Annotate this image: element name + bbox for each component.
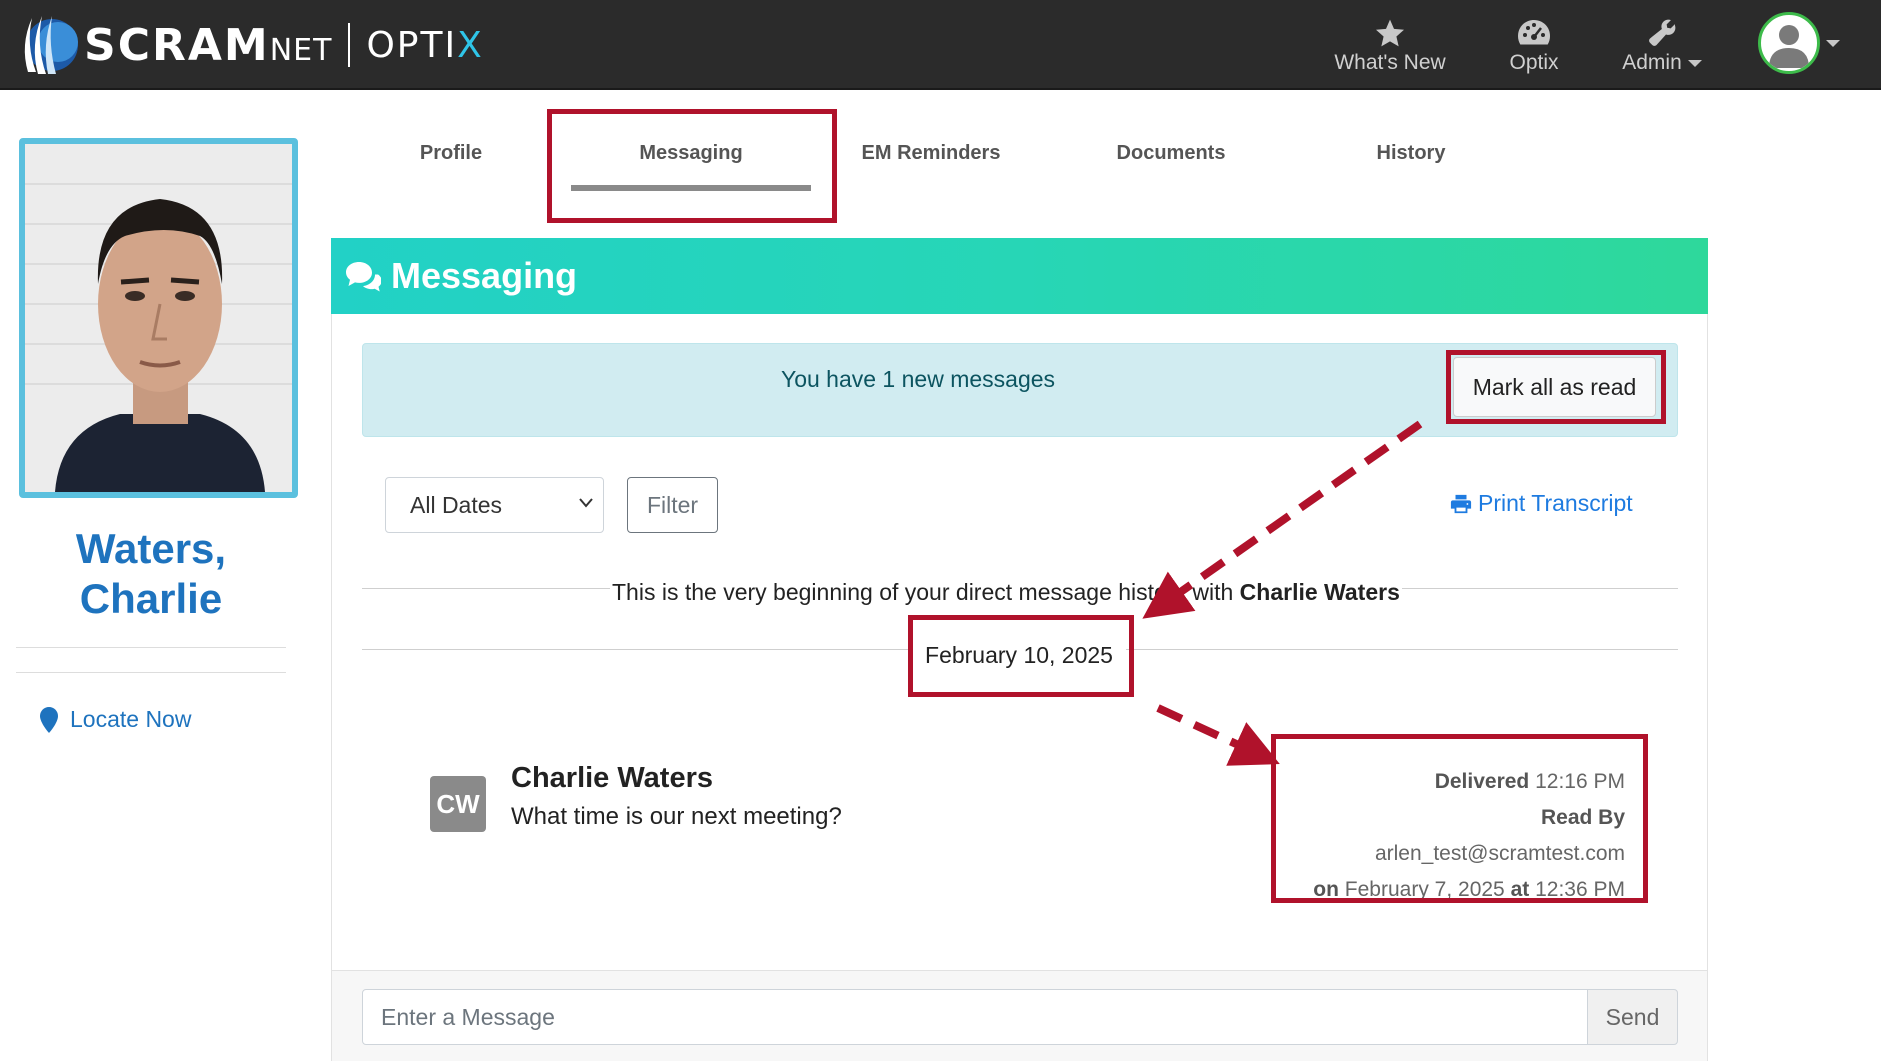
delivered-line: Delivered 12:16 PM: [1290, 764, 1625, 800]
mark-all-read-button[interactable]: Mark all as read: [1453, 357, 1656, 417]
wrench-icon: [1646, 15, 1678, 51]
locate-now-label: Locate Now: [70, 706, 192, 732]
read-by-label: Read By: [1540, 806, 1625, 829]
brand-optix-main: OPTI: [366, 24, 458, 66]
nav-admin-dropdown[interactable]: Admin: [1612, 10, 1712, 80]
history-intro: This is the very beginning of your direc…: [610, 579, 1402, 606]
date-separator: February 10, 2025: [912, 621, 1126, 689]
nav-admin-label-wrap: Admin: [1622, 51, 1702, 75]
read-by-line: Read By arlen_test@scramtest.com: [1290, 800, 1625, 872]
message-author: Charlie Waters: [511, 762, 713, 794]
map-marker-icon: [40, 706, 58, 733]
read-date: February 7, 2025: [1344, 878, 1505, 901]
scram-swoosh-icon: [24, 16, 78, 74]
new-messages-text: You have 1 new messages: [780, 366, 1056, 392]
at-label: at: [1510, 878, 1530, 901]
nav-whats-new-label: What's New: [1334, 51, 1446, 74]
filter-button[interactable]: Filter: [627, 477, 718, 533]
person-portrait-image: [25, 144, 292, 492]
date-filter-select[interactable]: All Dates: [385, 477, 604, 533]
messaging-title: Messaging: [391, 255, 578, 296]
profile-name: Waters, Charlie: [20, 524, 282, 624]
tab-history[interactable]: History: [1358, 142, 1464, 182]
tab-documents[interactable]: Documents: [1101, 142, 1241, 182]
tab-messaging[interactable]: Messaging: [612, 142, 770, 182]
brand-net: NET: [269, 32, 333, 68]
delivered-label: Delivered: [1434, 770, 1530, 793]
brand-divider: [348, 23, 351, 67]
profile-name-line2: Charlie: [79, 575, 223, 622]
read-on-line: on February 7, 2025 at 12:36 PM: [1290, 872, 1625, 908]
brand-optix-x: X: [457, 24, 484, 66]
messaging-card-header: Messaging: [331, 238, 1708, 314]
message-input[interactable]: Enter a Message: [362, 989, 1588, 1045]
tab-profile[interactable]: Profile: [400, 142, 502, 182]
sender-initials-avatar: CW: [430, 776, 486, 832]
message-text: What time is our next meeting?: [511, 803, 842, 830]
user-avatar-icon: [1758, 12, 1820, 74]
dashboard-gauge-icon: [1516, 15, 1552, 51]
print-transcript-link[interactable]: Print Transcript: [1450, 490, 1633, 517]
profile-photo: [19, 138, 298, 498]
nav-whats-new[interactable]: What's New: [1325, 10, 1455, 80]
top-navbar: SCRAM NET OPTIX What's New Optix Admin: [0, 0, 1881, 90]
brand-optix: OPTIX: [366, 25, 483, 66]
chat-bubbles-icon: [346, 262, 381, 292]
locate-now-link[interactable]: Locate Now: [40, 706, 191, 733]
active-tab-indicator: [571, 185, 811, 191]
star-icon: [1374, 15, 1406, 51]
profile-name-line1: Waters,: [75, 525, 227, 572]
nav-optix-label: Optix: [1509, 51, 1559, 74]
chevron-down-icon: [1826, 39, 1840, 47]
date-filter-value: All Dates: [410, 491, 503, 518]
history-intro-name: Charlie Waters: [1239, 579, 1400, 605]
scramnet-optix-logo[interactable]: SCRAM NET OPTIX: [18, 12, 484, 78]
chevron-down-icon: [579, 498, 593, 508]
history-intro-text: This is the very beginning of your direc…: [612, 579, 1234, 605]
message-status: Delivered 12:16 PM Read By arlen_test@sc…: [1290, 764, 1625, 908]
nav-optix[interactable]: Optix: [1492, 10, 1576, 80]
chevron-down-icon: [1687, 59, 1702, 67]
brand-scram: SCRAM: [84, 19, 270, 71]
on-label: on: [1313, 878, 1339, 901]
send-button[interactable]: Send: [1587, 989, 1678, 1045]
tab-em-reminders[interactable]: EM Reminders: [852, 142, 1010, 182]
delivered-time: 12:16 PM: [1535, 770, 1625, 793]
sidebar-divider: [16, 672, 286, 673]
sidebar-divider: [16, 647, 286, 648]
printer-icon: [1450, 494, 1472, 513]
user-menu[interactable]: [1758, 8, 1840, 78]
read-time: 12:36 PM: [1535, 878, 1625, 901]
print-transcript-label: Print Transcript: [1478, 490, 1633, 516]
nav-admin-label: Admin: [1622, 51, 1682, 74]
read-by-user: arlen_test@scramtest.com: [1374, 842, 1625, 865]
